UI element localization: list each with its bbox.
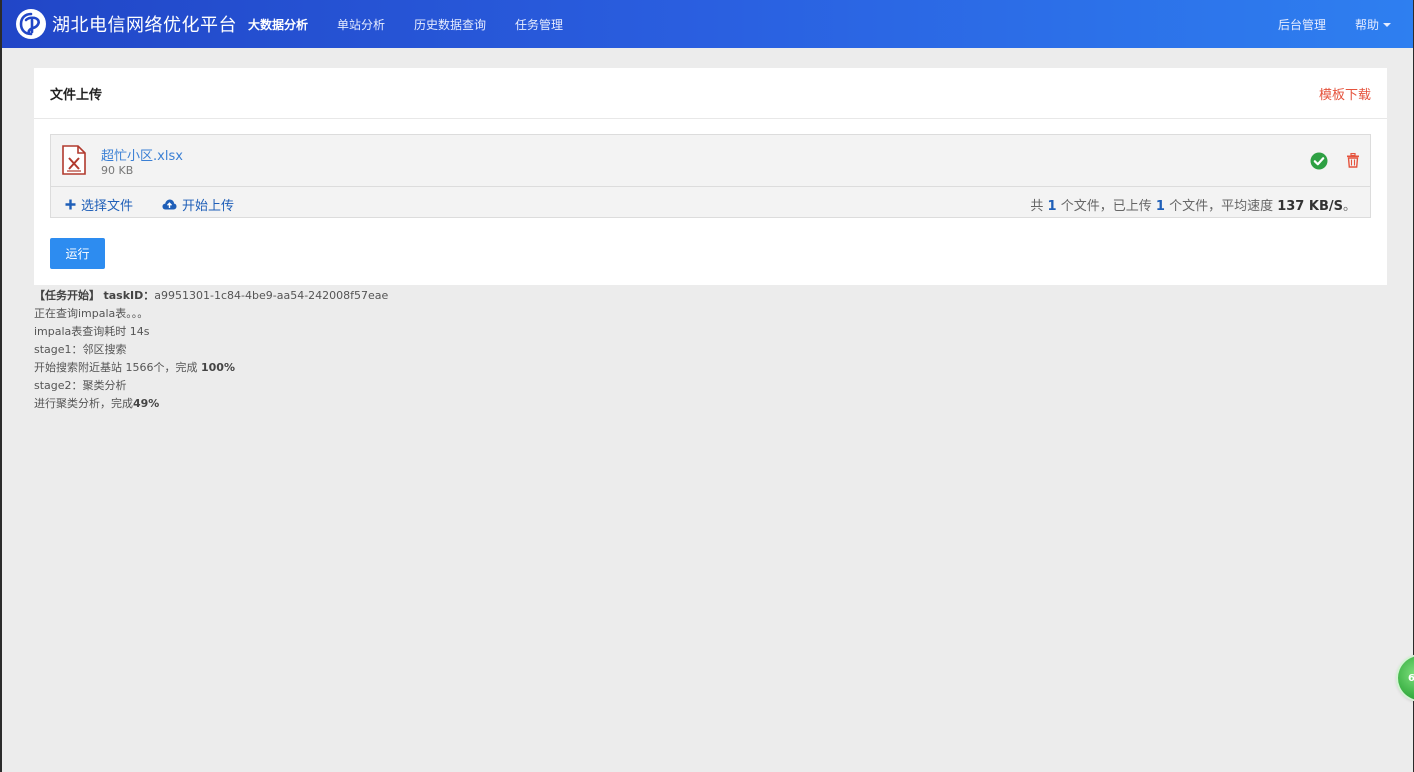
excel-file-icon	[62, 145, 86, 175]
panel-header: 文件上传 模板下载	[34, 68, 1387, 119]
log-line: 进行聚类分析，完成49%	[34, 395, 388, 413]
nav-right: 后台管理 帮助	[1249, 0, 1391, 48]
log-task-start-tag: 【任务开始】	[34, 289, 100, 302]
file-uploader: 超忙小区.xlsx 90 KB 选择文件 开始上传 共 1 个文件，已上传 1 …	[50, 134, 1371, 218]
file-size: 90 KB	[101, 164, 134, 177]
nav-item-help[interactable]: 帮助	[1355, 16, 1391, 33]
summary-speed: 137 KB/S	[1277, 199, 1343, 214]
summary-prefix: 共	[1030, 199, 1044, 214]
summary-uploaded-files: 1	[1155, 199, 1165, 214]
nav-item-single-site-analysis[interactable]: 单站分析	[337, 16, 385, 33]
start-upload-button[interactable]: 开始上传	[162, 195, 234, 214]
uploader-toolbar: 选择文件 开始上传 共 1 个文件，已上传 1 个文件，平均速度 137 KB/…	[51, 187, 1370, 219]
summary-mid2: 个文件，平均速度	[1169, 199, 1274, 214]
nav-item-admin[interactable]: 后台管理	[1278, 16, 1326, 33]
select-file-label: 选择文件	[81, 199, 134, 214]
log-search-percent: 100%	[201, 361, 235, 374]
select-file-button[interactable]: 选择文件	[65, 195, 133, 214]
log-line: 开始搜索附近基站 1566个，完成 100%	[34, 359, 388, 377]
top-navbar: 湖北电信网络优化平台 大数据分析 单站分析 历史数据查询 任务管理 后台管理 帮…	[2, 0, 1413, 48]
check-circle-icon	[1310, 152, 1328, 170]
telecom-logo-icon	[16, 9, 46, 39]
start-upload-label: 开始上传	[182, 199, 235, 214]
log-task-id-key: taskID：	[103, 289, 155, 302]
run-button[interactable]: 运行	[50, 238, 105, 269]
summary-mid: 个文件，已上传	[1060, 199, 1152, 214]
cloud-upload-icon	[162, 199, 177, 210]
caret-down-icon	[1383, 23, 1391, 27]
file-name-link[interactable]: 超忙小区.xlsx	[101, 145, 183, 164]
log-line: stage2：聚类分析	[34, 379, 127, 392]
file-list-item: 超忙小区.xlsx 90 KB	[51, 135, 1370, 187]
trash-icon[interactable]	[1346, 153, 1360, 168]
plus-icon	[65, 199, 76, 210]
floating-widget[interactable]: 64	[1392, 640, 1414, 720]
upload-panel: 文件上传 模板下载 超忙小区.xlsx 90 KB 选择文件 开始上传 共 1 …	[34, 68, 1387, 285]
log-line: 正在查询impala表。。。	[34, 307, 149, 320]
task-log: 【任务开始】 taskID：a9951301-1c84-4be9-aa54-24…	[34, 287, 388, 413]
summary-total-files: 1	[1047, 199, 1057, 214]
template-download-link[interactable]: 模板下载	[1319, 84, 1371, 103]
summary-suffix: 。	[1342, 199, 1356, 214]
upload-summary: 共 1 个文件，已上传 1 个文件，平均速度 137 KB/S。	[1030, 195, 1356, 214]
log-cluster-percent: 49%	[133, 397, 160, 410]
log-line: impala表查询耗时 14s	[34, 325, 150, 338]
main-nav: 大数据分析 单站分析 历史数据查询 任务管理	[248, 0, 592, 48]
brand-title: 湖北电信网络优化平台	[52, 15, 237, 36]
nav-item-task-management[interactable]: 任务管理	[515, 16, 563, 33]
help-label: 帮助	[1354, 17, 1379, 32]
brand[interactable]: 湖北电信网络优化平台	[16, 8, 237, 40]
log-line: 【任务开始】 taskID：a9951301-1c84-4be9-aa54-24…	[34, 287, 388, 305]
log-task-id-value: a9951301-1c84-4be9-aa54-242008f57eae	[154, 289, 389, 302]
panel-title: 文件上传	[50, 88, 103, 103]
log-cluster-text: 进行聚类分析，完成	[34, 397, 133, 410]
log-line: stage1：邻区搜索	[34, 343, 127, 356]
nav-item-history-query[interactable]: 历史数据查询	[414, 16, 486, 33]
floating-ball-badge[interactable]: 64	[1398, 656, 1414, 700]
log-search-text: 开始搜索附近基站 1566个，完成	[34, 361, 201, 374]
nav-item-big-data-analysis[interactable]: 大数据分析	[248, 16, 308, 33]
